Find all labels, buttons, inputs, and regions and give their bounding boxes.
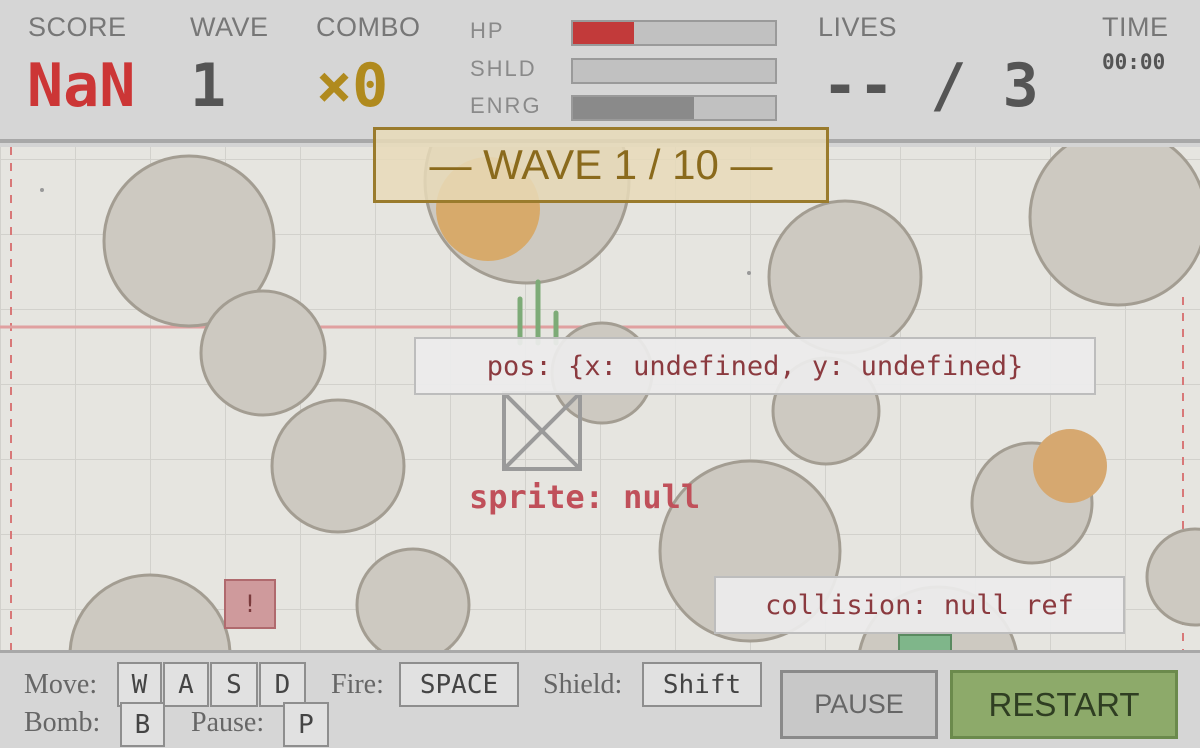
lives-value: -- / 3 [822,51,1039,121]
missing-sprite-icon [502,391,582,471]
control-bar: Move: W A S D Fire: SPACE Shield: Shift … [0,650,1200,748]
play-field[interactable] [0,147,1200,650]
key-d: D [259,662,306,707]
debris-dot [40,188,44,192]
bomb-label: Bomb: [24,707,101,738]
hud: SCORE NaN WAVE 1 COMBO ×0 HP SHLD ENRG L… [0,0,1200,143]
energy-bar [571,95,777,121]
energy-bar-fill [573,97,695,119]
asteroid [355,547,471,650]
debug-sprite-label: sprite: null [469,478,701,516]
score-label: SCORE [28,12,127,42]
restart-button[interactable]: RESTART [950,670,1178,739]
shield-key-label: Shield: [543,669,623,700]
hp-bar-fill [573,22,634,44]
wave-value: 1 [190,51,227,121]
debug-collision-overlay: collision: null ref [714,576,1125,634]
field-canvas [0,147,1200,650]
lives-label: LIVES [818,12,898,42]
combo-value: ×0 [316,51,389,121]
debris-dot [747,271,751,275]
shield-bar [571,58,777,84]
wave-banner: — WAVE 1 / 10 — [373,127,829,203]
asteroid [270,398,406,534]
time-value: 00:00 [1102,50,1166,74]
pause-key-label: Pause: [191,707,265,738]
asteroid [68,573,232,650]
move-label: Move: [24,669,98,700]
score-value: NaN [27,51,136,121]
warning-marker: ! [224,579,276,629]
key-space: SPACE [399,662,519,707]
shield-label: SHLD [470,56,537,81]
pickup-item [898,634,952,650]
wave-label: WAVE [190,12,269,42]
combo-label: COMBO [316,12,421,42]
key-s: S [210,662,258,707]
pause-button[interactable]: PAUSE [780,670,938,739]
asteroid [199,289,327,417]
asteroid [1145,527,1200,627]
asteroid [767,199,923,355]
energy-label: ENRG [470,93,542,118]
time-label: TIME [1102,12,1169,42]
key-w: W [117,662,162,707]
hp-bar [571,20,777,46]
key-shift: Shift [642,662,762,707]
asteroid [1028,147,1200,307]
enemy-orb [1033,429,1107,503]
hp-label: HP [470,18,505,43]
key-p: P [283,702,329,747]
key-b: B [120,702,165,747]
key-a: A [163,662,209,707]
debug-position-overlay: pos: {x: undefined, y: undefined} [414,337,1096,395]
fire-label: Fire: [331,669,384,700]
